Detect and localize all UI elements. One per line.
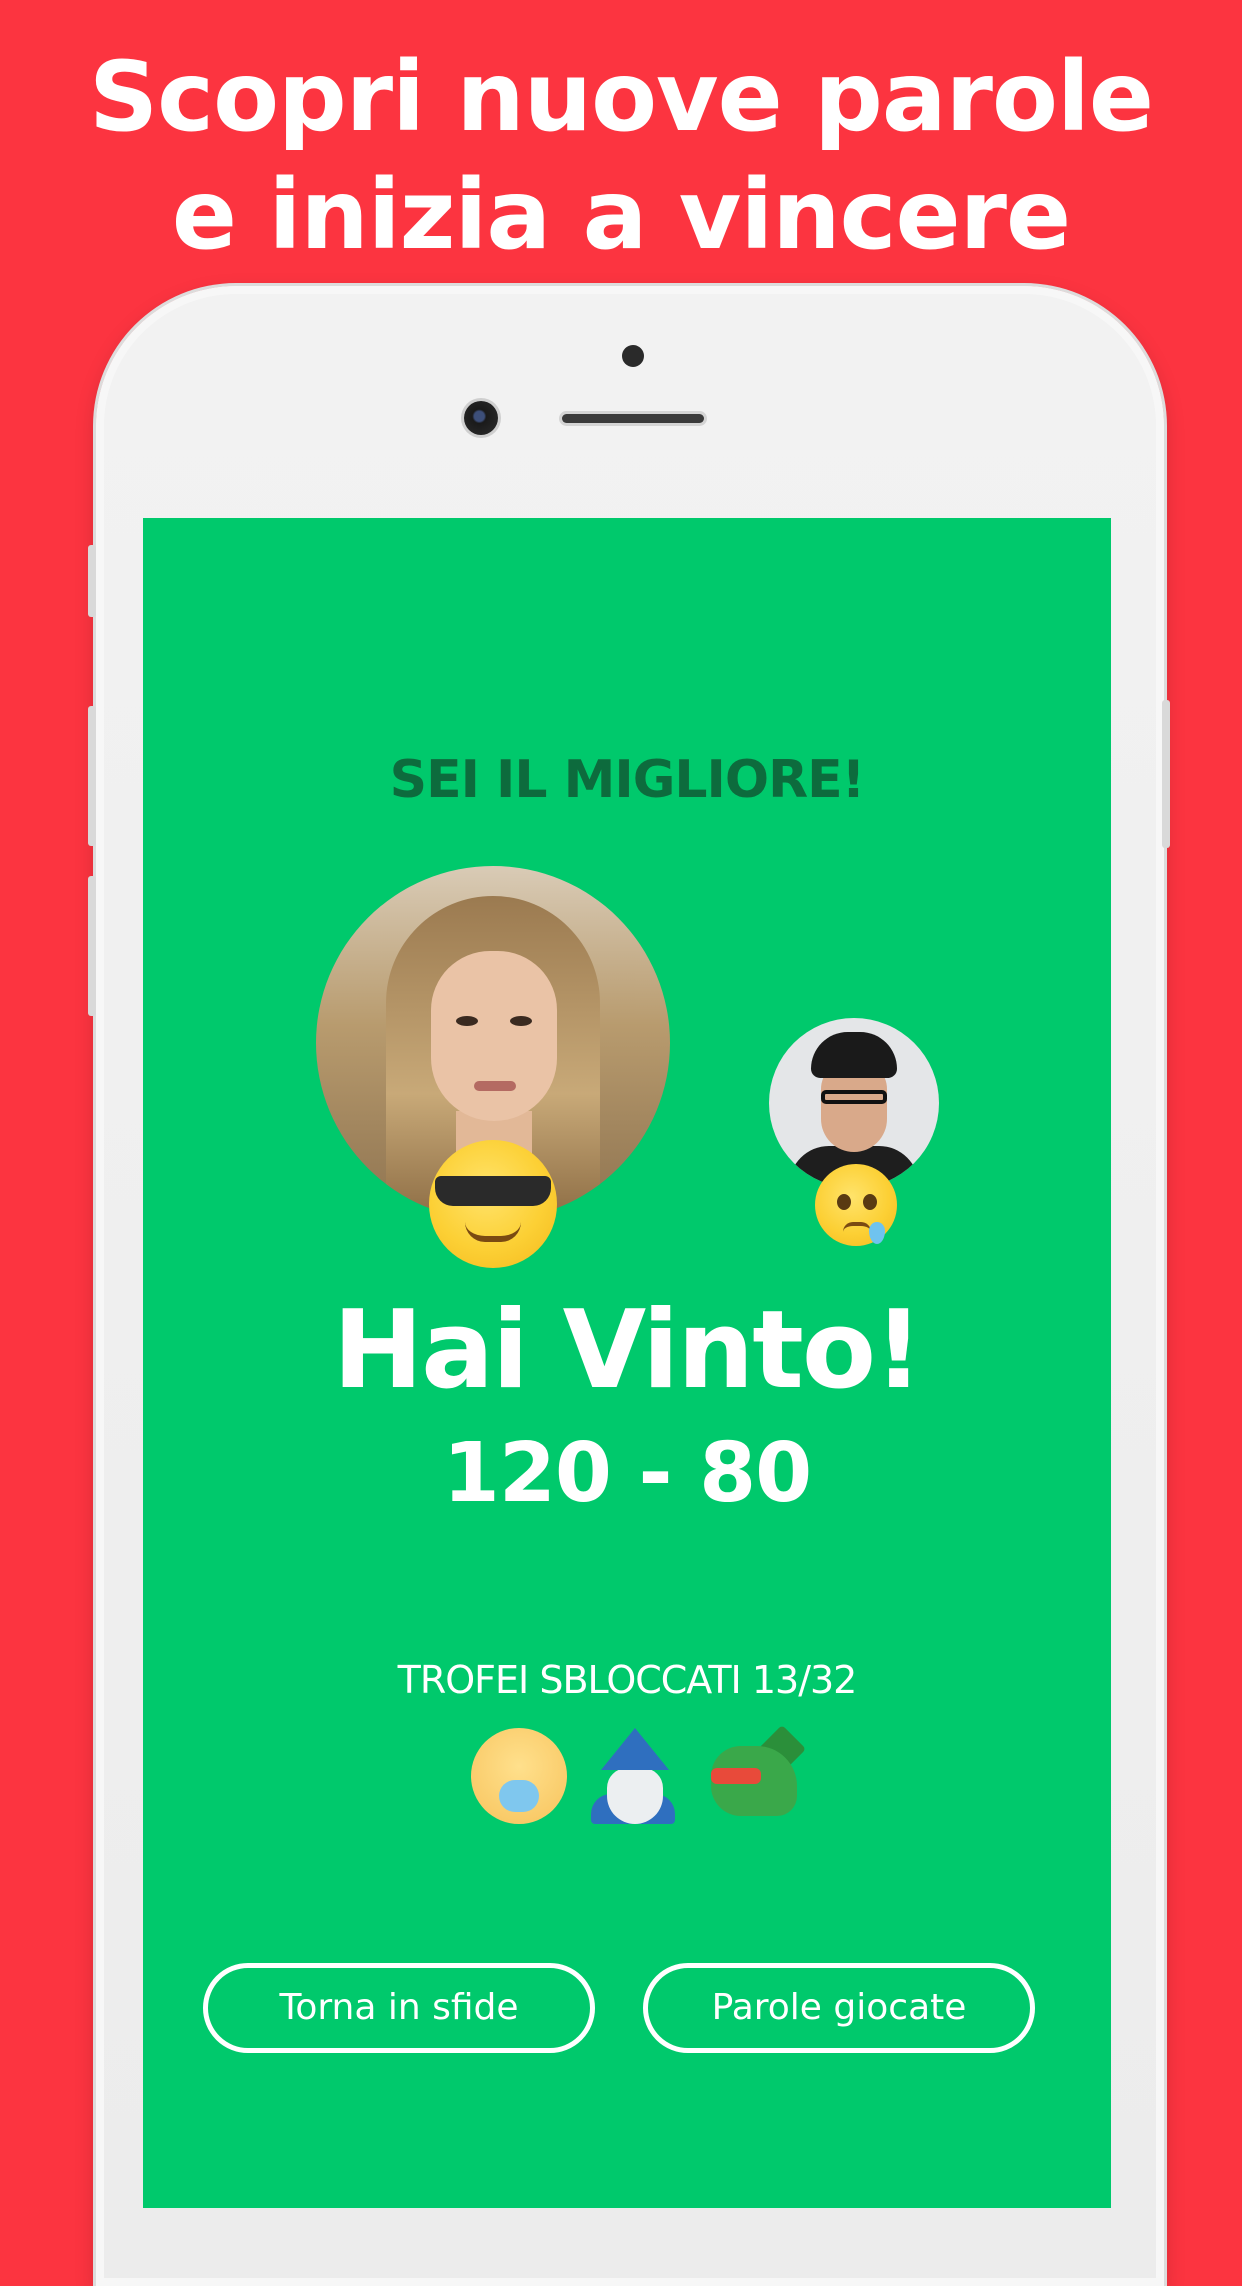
played-words-button[interactable]: Parole giocate (643, 1963, 1035, 2053)
promo-headline: Scopri nuove parole e inizia a vincere (0, 38, 1242, 274)
crying-emoji-icon (815, 1164, 897, 1246)
phone-mute-switch (88, 545, 96, 617)
phone-volume-up (88, 706, 96, 846)
headline-line-2: e inizia a vincere (171, 159, 1071, 271)
winner-banner: SEI IL MIGLIORE! (389, 750, 866, 810)
wizard-icon (589, 1728, 685, 1824)
dragon-icon (707, 1724, 807, 1824)
front-camera-icon (464, 401, 498, 435)
proximity-sensor (622, 345, 644, 367)
result-title: Hai Vinto! (332, 1288, 924, 1413)
phone-power-button (1162, 700, 1170, 848)
headline-line-1: Scopri nuove parole (89, 41, 1154, 153)
trophies-label: TROFEI SBLOCCATI 13/32 (397, 1658, 858, 1702)
earpiece-speaker (562, 414, 704, 423)
back-to-challenges-button[interactable]: Torna in sfide (203, 1963, 595, 2053)
app-screen: SEI IL MIGLIORE! Hai Vinto! 120 - 80 TRO… (143, 518, 1111, 2208)
match-score: 120 - 80 (442, 1426, 812, 1521)
phone-volume-down (88, 876, 96, 1016)
baby-icon (471, 1728, 567, 1824)
opponent-avatar (769, 1018, 939, 1188)
sunglasses-emoji-icon (429, 1140, 557, 1268)
